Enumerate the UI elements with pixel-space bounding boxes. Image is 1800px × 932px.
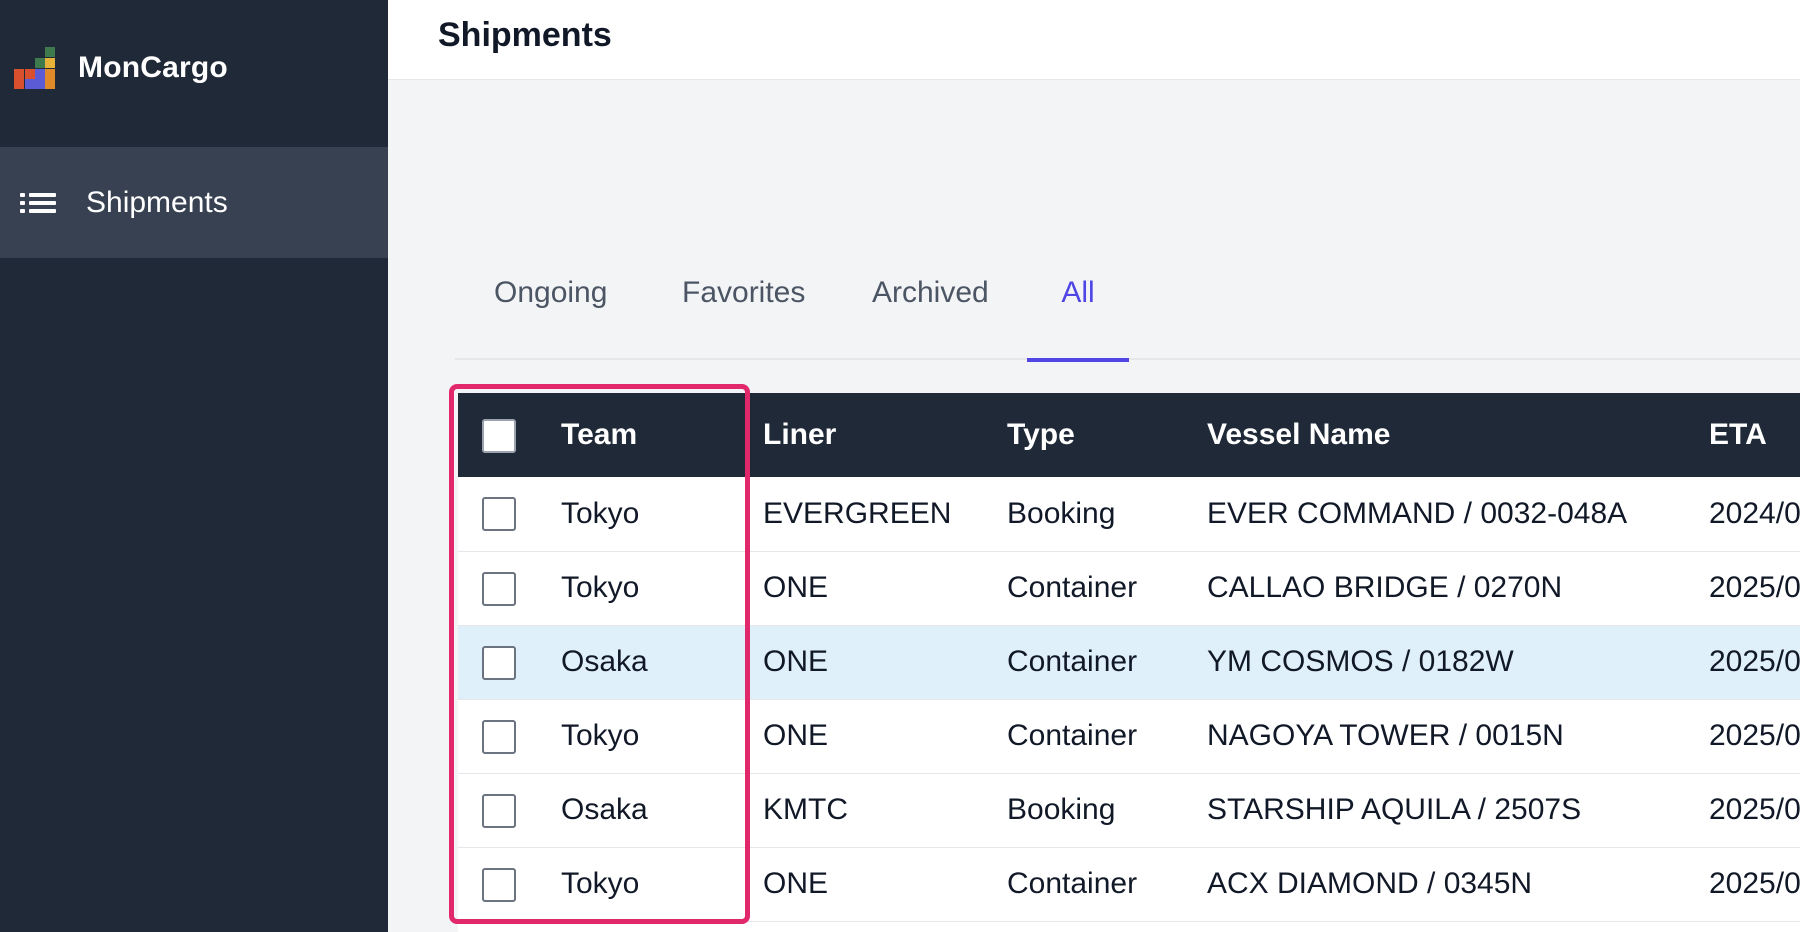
column-header-type[interactable]: Type <box>1007 393 1207 477</box>
table-row[interactable]: Tokyo ONE Container CALLAO BRIDGE / 0270… <box>458 551 1800 625</box>
column-header-eta[interactable]: ETA <box>1709 393 1800 477</box>
tab-ongoing[interactable]: Ongoing <box>494 260 607 360</box>
select-all-checkbox[interactable] <box>482 418 516 453</box>
cell-team: Tokyo <box>561 719 640 752</box>
cell-liner: ONE <box>763 645 829 678</box>
tab-archived[interactable]: Archived <box>872 260 989 360</box>
table-row[interactable]: Tokyo ONE Container NAGOYA TOWER / 0015N… <box>458 699 1800 773</box>
cell-team: Osaka <box>561 793 648 826</box>
cell-liner: KMTC <box>763 793 848 826</box>
cell-vessel-name: CALLAO BRIDGE / 0270N <box>1207 571 1563 604</box>
cell-team: Tokyo <box>561 571 640 604</box>
cell-eta: 2025/0 <box>1709 645 1800 678</box>
cell-liner: ONE <box>763 719 829 752</box>
list-icon <box>20 191 56 215</box>
cell-eta: 2025/0 <box>1709 719 1800 752</box>
cell-vessel-name: NAGOYA TOWER / 0015N <box>1207 719 1564 752</box>
brand[interactable]: MonCargo <box>14 46 228 90</box>
column-header-vessel-name[interactable]: Vessel Name <box>1207 393 1709 477</box>
page-title: Shipments <box>438 16 612 54</box>
tab-bar: Ongoing Favorites Archived All <box>455 260 1800 362</box>
row-checkbox[interactable] <box>482 793 516 828</box>
cell-eta: 2025/0 <box>1709 867 1800 900</box>
cell-eta: 2025/0 <box>1709 571 1800 604</box>
table-header-row: Team Liner Type Vessel Name ETA <box>458 393 1800 477</box>
table-row[interactable]: Tokyo ONE Container ACX DIAMOND / 0345N … <box>458 847 1800 921</box>
cell-eta: 2025/0 <box>1709 793 1800 826</box>
row-checkbox[interactable] <box>482 867 516 902</box>
row-checkbox[interactable] <box>482 719 516 754</box>
cell-type: Container <box>1007 571 1138 604</box>
sidebar-item-shipments[interactable]: Shipments <box>0 147 388 258</box>
table-row[interactable]: Tokyo EVERGREEN Booking EVER COMMAND / 0… <box>458 477 1800 551</box>
tab-favorites[interactable]: Favorites <box>682 260 805 360</box>
column-header-team[interactable]: Team <box>561 393 763 477</box>
row-checkbox[interactable] <box>482 645 516 680</box>
sidebar-item-label: Shipments <box>86 185 228 219</box>
cell-liner: ONE <box>763 867 829 900</box>
cell-liner: ONE <box>763 571 829 604</box>
cell-type: Container <box>1007 645 1138 678</box>
cell-type: Container <box>1007 719 1138 752</box>
column-header-liner[interactable]: Liner <box>763 393 1007 477</box>
cell-type: Container <box>1007 867 1138 900</box>
shipments-table: Team Liner Type Vessel Name ETA Tokyo EV… <box>458 393 1800 932</box>
row-checkbox[interactable] <box>482 571 516 606</box>
brand-name: MonCargo <box>78 51 228 84</box>
cell-team: Osaka <box>561 645 648 678</box>
cell-vessel-name: ACX DIAMOND / 0345N <box>1207 867 1533 900</box>
cell-eta: 2024/0 <box>1709 496 1800 530</box>
moncargo-logo-icon <box>14 47 56 89</box>
cell-team: Tokyo <box>561 867 640 900</box>
table-row[interactable]: Osaka KMTC Booking STARSHIP AQUILA / 250… <box>458 773 1800 847</box>
tab-all[interactable]: All <box>1027 260 1129 362</box>
header: Shipments <box>388 0 1800 80</box>
cell-vessel-name: YM COSMOS / 0182W <box>1207 645 1514 678</box>
table-row[interactable]: Osaka ONE Container YM COSMOS / 0182W 20… <box>458 625 1800 699</box>
cell-type: Booking <box>1007 793 1116 826</box>
cell-type: Booking <box>1007 496 1116 530</box>
row-checkbox[interactable] <box>482 497 516 532</box>
cell-team: Tokyo <box>561 496 640 530</box>
cell-liner: EVERGREEN <box>763 496 952 530</box>
cell-vessel-name: STARSHIP AQUILA / 2507S <box>1207 793 1582 826</box>
cell-vessel-name: EVER COMMAND / 0032-048A <box>1207 496 1628 530</box>
sidebar: MonCargo Shipments <box>0 0 388 932</box>
